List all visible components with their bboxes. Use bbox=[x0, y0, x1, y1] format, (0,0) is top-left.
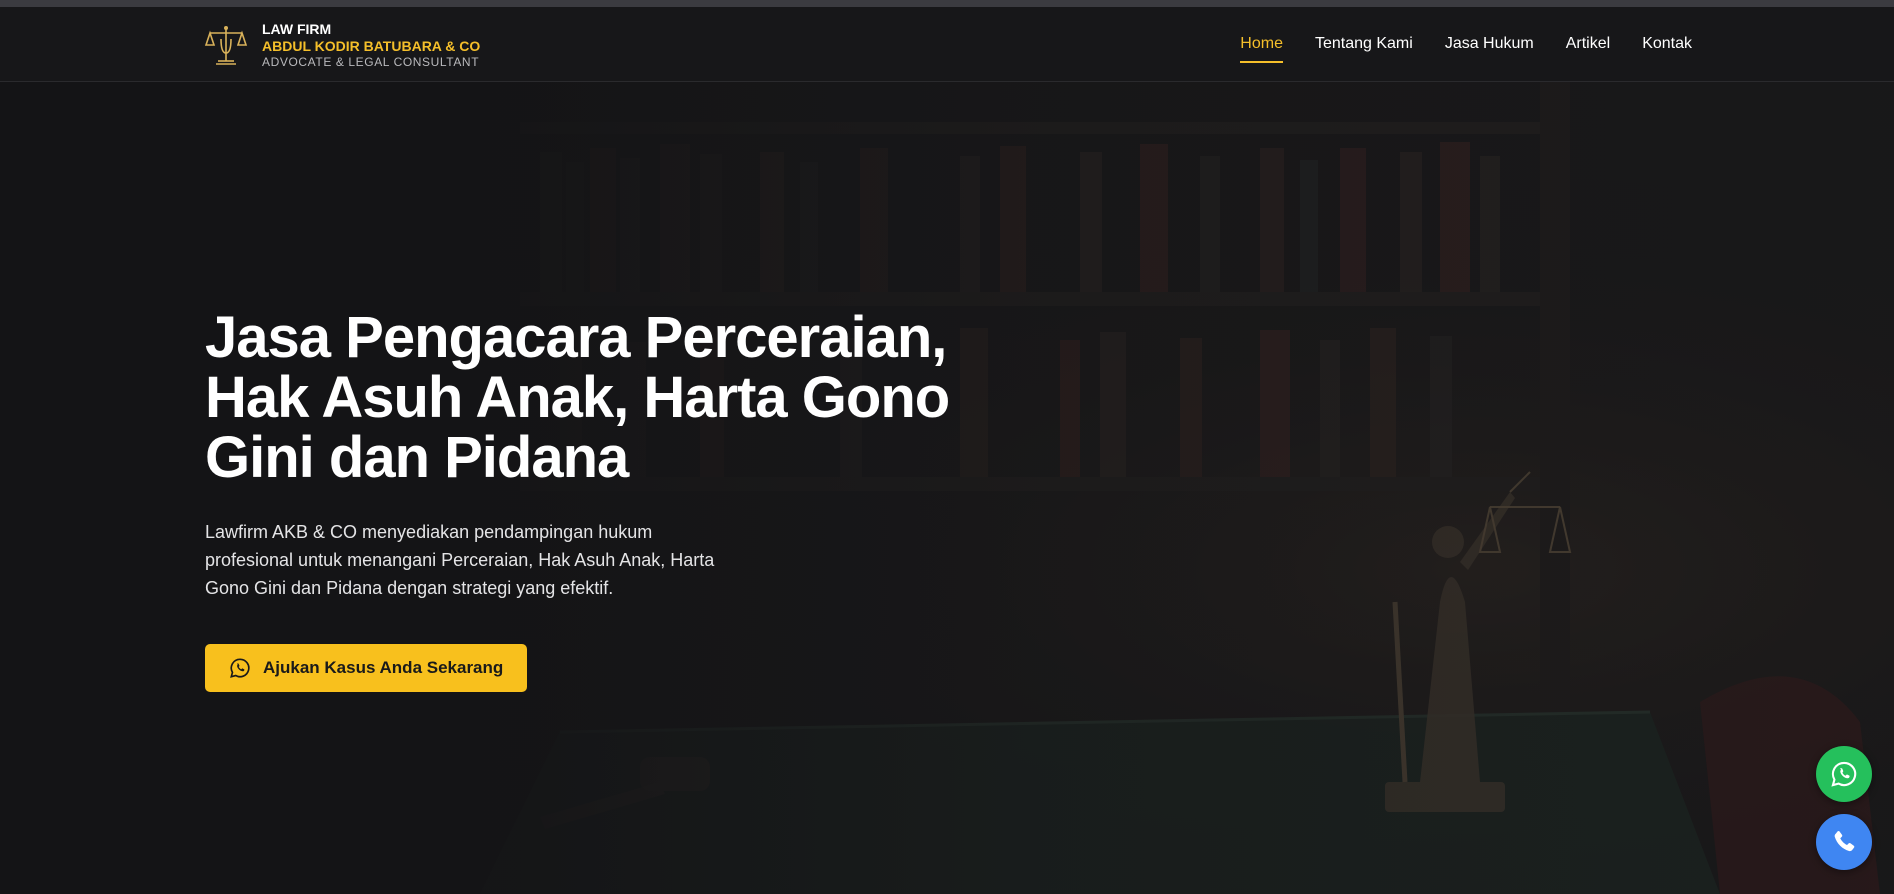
nav-item-tentang-kami[interactable]: Tentang Kami bbox=[1315, 31, 1413, 57]
submit-case-label: Ajukan Kasus Anda Sekarang bbox=[263, 658, 504, 677]
phone-icon bbox=[1834, 830, 1855, 852]
brand-subtitle: ADVOCATE & LEGAL CONSULTANT bbox=[262, 54, 480, 69]
browser-top-strip bbox=[0, 0, 1894, 7]
floating-whatsapp-button[interactable] bbox=[1816, 746, 1872, 802]
submit-case-button[interactable]: Ajukan Kasus Anda Sekarang bbox=[205, 644, 528, 692]
brand-firm-name: ABDUL KODIR BATUBARA & CO bbox=[262, 38, 481, 55]
hero-title: Jasa Pengacara Perceraian, Hak Asuh Anak… bbox=[205, 305, 950, 490]
hero-section: Jasa Pengacara Perceraian, Hak Asuh Anak… bbox=[0, 82, 1894, 894]
brand-text: LAW FIRM ABDUL KODIR BATUBARA & CO ADVOC… bbox=[262, 20, 481, 69]
whatsapp-icon bbox=[230, 658, 250, 678]
main-nav: Home Tentang Kami Jasa Hukum Artikel Kon… bbox=[1240, 7, 1692, 81]
brand-logo-link[interactable]: LAW FIRM ABDUL KODIR BATUBARA & CO ADVOC… bbox=[204, 20, 480, 70]
scales-of-justice-logo bbox=[204, 26, 248, 65]
nav-item-home[interactable]: Home bbox=[1240, 31, 1283, 63]
whatsapp-icon bbox=[1831, 761, 1857, 787]
hero-description: Lawfirm AKB & CO menyediakan pendampinga… bbox=[205, 522, 715, 598]
floating-phone-button[interactable] bbox=[1816, 814, 1872, 870]
brand-tagline: LAW FIRM bbox=[262, 20, 332, 37]
nav-item-artikel[interactable]: Artikel bbox=[1566, 31, 1610, 57]
nav-item-jasa-hukum[interactable]: Jasa Hukum bbox=[1445, 31, 1534, 57]
site-header: LAW FIRM ABDUL KODIR BATUBARA & CO ADVOC… bbox=[0, 7, 1894, 82]
nav-item-kontak[interactable]: Kontak bbox=[1642, 31, 1692, 57]
hero-content: Jasa Pengacara Perceraian, Hak Asuh Anak… bbox=[205, 308, 985, 692]
